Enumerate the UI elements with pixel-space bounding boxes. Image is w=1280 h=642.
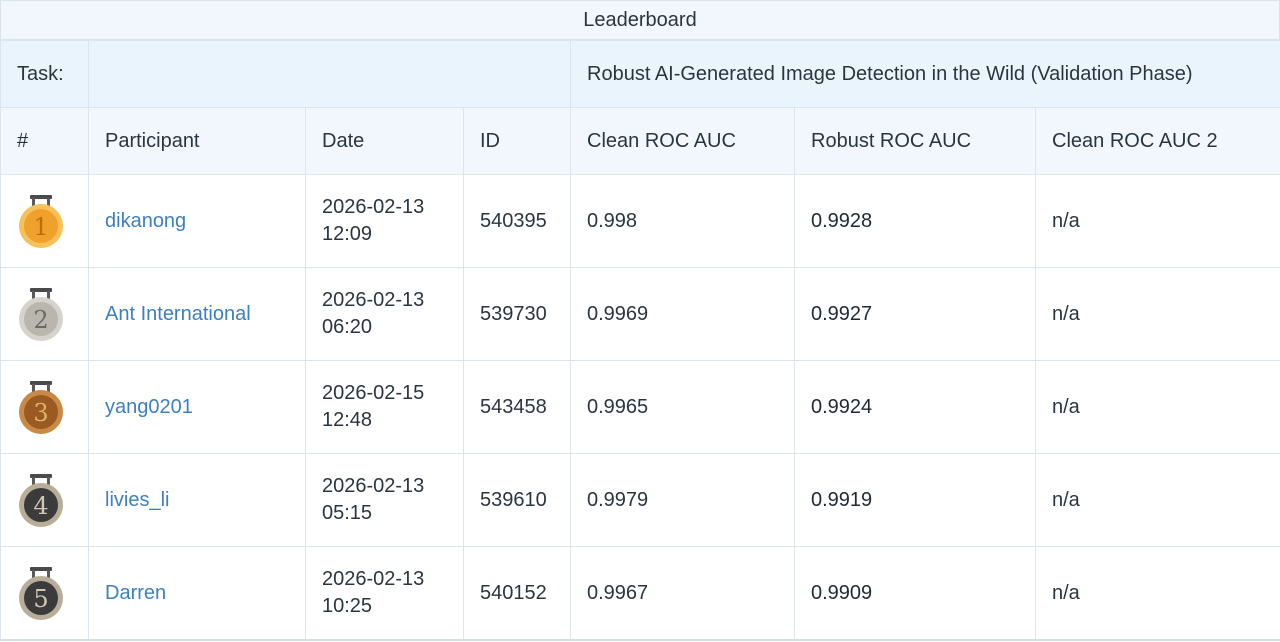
task-row: Task: Robust AI-Generated Image Detectio… [0, 40, 1280, 108]
robust-roc-auc-value: 0.9924 [794, 360, 1036, 454]
silver-medal-icon: 2 [17, 286, 65, 342]
clean-roc-auc-value: 0.9965 [570, 360, 795, 454]
bronze-medal-icon: 3 [17, 379, 65, 435]
participant-cell: dikanong [88, 174, 306, 268]
task-label: Task: [0, 40, 89, 108]
submission-id: 539610 [463, 453, 571, 547]
leaderboard-panel: Leaderboard Task: Robust AI-Generated Im… [0, 0, 1280, 642]
leaderboard-table: Task: Robust AI-Generated Image Detectio… [0, 40, 1280, 641]
clean-roc-auc-2-value: n/a [1034, 453, 1280, 547]
participant-cell: Darren [88, 546, 306, 641]
table-row: 2 Ant International 2026-02-13 06:20 5397… [0, 267, 1280, 361]
dark-medal-icon: 5 [17, 565, 65, 621]
clean-roc-auc-2-value: n/a [1034, 360, 1280, 454]
column-header-clean-roc-auc-2[interactable]: Clean ROC AUC 2 [1034, 107, 1280, 175]
clean-roc-auc-2-value: n/a [1034, 174, 1280, 268]
clean-roc-auc-2-value: n/a [1034, 546, 1280, 641]
participant-link[interactable]: yang0201 [105, 396, 193, 418]
time-value: 12:48 [322, 409, 373, 431]
task-name: Robust AI-Generated Image Detection in t… [569, 40, 1280, 108]
rank-cell: 3 [0, 360, 89, 454]
date-cell: 2026-02-13 05:15 [305, 453, 464, 547]
time-value: 05:15 [322, 502, 373, 524]
participant-link[interactable]: dikanong [105, 210, 186, 232]
task-spacer [88, 40, 571, 108]
participant-link[interactable]: livies_li [105, 489, 169, 511]
dark-medal-icon: 4 [17, 472, 65, 528]
clean-roc-auc-value: 0.998 [570, 174, 795, 268]
submission-id: 540395 [463, 174, 571, 268]
participant-cell: yang0201 [88, 360, 306, 454]
participant-cell: Ant International [88, 267, 306, 361]
rank-cell: 1 [0, 174, 89, 268]
svg-text:2: 2 [33, 306, 48, 334]
submission-id: 539730 [463, 267, 571, 361]
submission-id: 543458 [463, 360, 571, 454]
column-header-row: # Participant Date ID Clean ROC AUC Robu… [0, 107, 1280, 175]
column-header-clean-roc-auc[interactable]: Clean ROC AUC [570, 107, 795, 175]
time-value: 06:20 [322, 316, 373, 338]
robust-roc-auc-value: 0.9927 [794, 267, 1036, 361]
table-row: 1 dikanong 2026-02-13 12:09 540395 0.998 … [0, 174, 1280, 268]
svg-text:5: 5 [33, 585, 48, 613]
svg-text:3: 3 [33, 399, 48, 427]
table-row: 3 yang0201 2026-02-15 12:48 543458 0.9965… [0, 360, 1280, 454]
column-header-id[interactable]: ID [463, 107, 571, 175]
clean-roc-auc-value: 0.9969 [570, 267, 795, 361]
date-cell: 2026-02-13 06:20 [305, 267, 464, 361]
date-value: 2026-02-13 [322, 568, 425, 590]
table-row: 4 livies_li 2026-02-13 05:15 539610 0.997… [0, 453, 1280, 547]
robust-roc-auc-value: 0.9909 [794, 546, 1036, 641]
column-header-rank[interactable]: # [0, 107, 89, 175]
time-value: 10:25 [322, 595, 373, 617]
time-value: 12:09 [322, 223, 373, 245]
rank-cell: 4 [0, 453, 89, 547]
column-header-robust-roc-auc[interactable]: Robust ROC AUC [794, 107, 1036, 175]
leaderboard-title: Leaderboard [0, 0, 1280, 40]
robust-roc-auc-value: 0.9928 [794, 174, 1036, 268]
gold-medal-icon: 1 [17, 193, 65, 249]
submission-id: 540152 [463, 546, 571, 641]
table-row: 5 Darren 2026-02-13 10:25 540152 0.9967 0… [0, 546, 1280, 641]
participant-cell: livies_li [88, 453, 306, 547]
rank-cell: 5 [0, 546, 89, 641]
date-cell: 2026-02-13 12:09 [305, 174, 464, 268]
date-value: 2026-02-13 [322, 289, 425, 311]
clean-roc-auc-value: 0.9967 [570, 546, 795, 641]
date-value: 2026-02-15 [322, 382, 425, 404]
date-value: 2026-02-13 [322, 475, 425, 497]
participant-link[interactable]: Ant International [105, 303, 251, 325]
rank-cell: 2 [0, 267, 89, 361]
date-value: 2026-02-13 [322, 196, 425, 218]
participant-link[interactable]: Darren [105, 582, 166, 604]
column-header-participant[interactable]: Participant [88, 107, 306, 175]
column-header-date[interactable]: Date [305, 107, 464, 175]
svg-text:4: 4 [33, 492, 48, 520]
clean-roc-auc-2-value: n/a [1034, 267, 1280, 361]
date-cell: 2026-02-15 12:48 [305, 360, 464, 454]
clean-roc-auc-value: 0.9979 [570, 453, 795, 547]
svg-text:1: 1 [33, 213, 48, 241]
date-cell: 2026-02-13 10:25 [305, 546, 464, 641]
robust-roc-auc-value: 0.9919 [794, 453, 1036, 547]
